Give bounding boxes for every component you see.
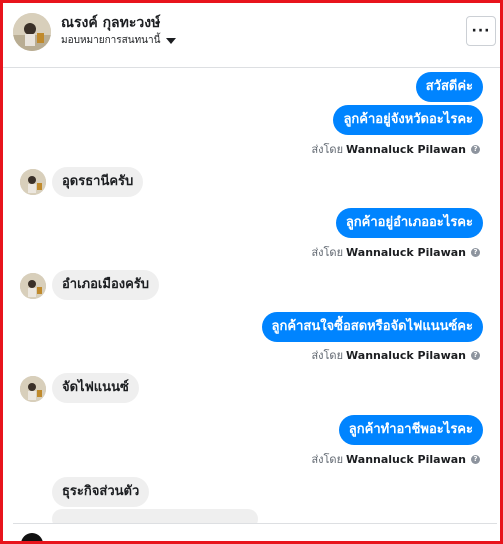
- sent-by-prefix: ส่งโดย: [311, 143, 344, 156]
- message-text: ลูกค้าสนใจซื้อสดหรือจัดไฟแนนซ์คะ: [271, 319, 473, 334]
- sent-by-label: ส่งโดย Wannaluck Pilawan ?: [311, 140, 480, 158]
- sent-by-label: ส่งโดย Wannaluck Pilawan ?: [311, 450, 480, 468]
- contact-avatar-small: [20, 273, 46, 299]
- question-circle-icon[interactable]: ?: [471, 350, 480, 360]
- message-text: ธุระกิจส่วนตัว: [62, 484, 140, 499]
- message-incoming[interactable]: จัดไฟแนนซ์: [52, 373, 139, 403]
- agent-avatar: [21, 533, 43, 541]
- sent-by-prefix: ส่งโดย: [311, 453, 344, 466]
- conversation-header: ณรงค์ กุลทะวงษ์ มอบหมายการสนทนานี้ ···: [3, 3, 500, 68]
- message-text: ลูกค้าทำอาชีพอะไรคะ: [348, 422, 473, 437]
- sender-name: Wannaluck Pilawan: [346, 348, 466, 362]
- message-text: ลูกค้าอยู่อำเภออะไรคะ: [345, 215, 473, 230]
- message-outgoing[interactable]: ลูกค้าสนใจซื้อสดหรือจัดไฟแนนซ์คะ: [261, 312, 483, 342]
- avatar-photo-icon: [20, 169, 46, 195]
- message-outgoing[interactable]: ลูกค้าอยู่จังหวัดอะไรคะ: [333, 105, 483, 135]
- sent-by-label: ส่งโดย Wannaluck Pilawan ?: [311, 346, 480, 364]
- assign-conversation-dropdown[interactable]: มอบหมายการสนทนานี้: [61, 33, 177, 48]
- message-composer[interactable]: [13, 523, 497, 541]
- more-options-button[interactable]: ···: [466, 16, 496, 46]
- message-outgoing[interactable]: สวัสดีค่ะ: [415, 72, 483, 102]
- message-outgoing[interactable]: ลูกค้าอยู่อำเภออะไรคะ: [335, 208, 483, 238]
- caret-down-icon: [166, 37, 177, 44]
- assign-conversation-label: มอบหมายการสนทนานี้: [61, 35, 161, 46]
- sent-by-prefix: ส่งโดย: [311, 246, 344, 259]
- question-circle-icon[interactable]: ?: [471, 247, 480, 257]
- message-text: ลูกค้าอยู่จังหวัดอะไรคะ: [343, 112, 473, 127]
- message-text: สวัสดีค่ะ: [425, 79, 473, 94]
- sender-name: Wannaluck Pilawan: [346, 452, 466, 466]
- sender-name: Wannaluck Pilawan: [346, 245, 466, 259]
- message-incoming[interactable]: ธุระกิจส่วนตัว: [52, 477, 150, 507]
- contact-avatar[interactable]: [13, 13, 51, 51]
- contact-name[interactable]: ณรงค์ กุลทะวงษ์: [61, 12, 160, 34]
- avatar-photo-icon: [20, 273, 46, 299]
- conversation-panel: ณรงค์ กุลทะวงษ์ มอบหมายการสนทนานี้ ··· ส…: [0, 0, 503, 544]
- sender-name: Wannaluck Pilawan: [346, 142, 466, 156]
- avatar-photo-icon: [13, 13, 51, 51]
- message-text: อุดรธานีครับ: [62, 174, 134, 189]
- contact-avatar-small: [20, 376, 46, 402]
- question-circle-icon[interactable]: ?: [471, 454, 480, 464]
- avatar-photo-icon: [20, 376, 46, 402]
- message-incoming[interactable]: อำเภอเมืองครับ: [52, 270, 160, 300]
- message-outgoing[interactable]: ลูกค้าทำอาชีพอะไรคะ: [338, 415, 483, 445]
- question-circle-icon[interactable]: ?: [471, 144, 480, 154]
- sent-by-prefix: ส่งโดย: [311, 349, 344, 362]
- ellipsis-icon: ···: [471, 23, 491, 39]
- message-text: จัดไฟแนนซ์: [62, 380, 129, 395]
- contact-avatar-small: [20, 169, 46, 195]
- message-text: อำเภอเมืองครับ: [62, 277, 150, 292]
- message-incoming[interactable]: อุดรธานีครับ: [52, 167, 144, 197]
- sent-by-label: ส่งโดย Wannaluck Pilawan ?: [311, 243, 480, 261]
